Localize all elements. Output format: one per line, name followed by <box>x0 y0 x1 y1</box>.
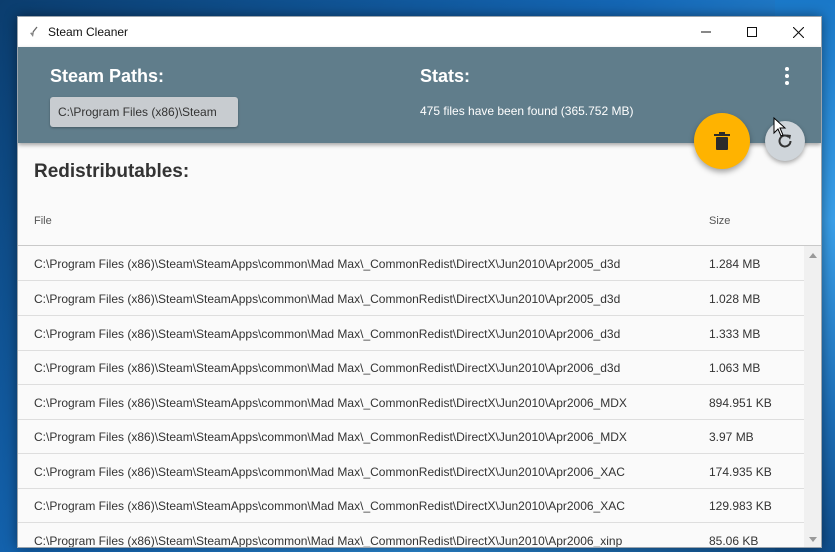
file-path: C:\Program Files (x86)\Steam\SteamApps\c… <box>34 327 621 341</box>
file-size: 894.951 KB <box>709 396 772 410</box>
file-path: C:\Program Files (x86)\Steam\SteamApps\c… <box>34 499 625 513</box>
file-size: 3.97 MB <box>709 430 754 444</box>
title-bar[interactable]: Steam Cleaner <box>18 17 821 47</box>
table-row[interactable]: C:\Program Files (x86)\Steam\SteamApps\c… <box>18 281 804 316</box>
delete-button[interactable] <box>694 113 750 169</box>
file-path: C:\Program Files (x86)\Steam\SteamApps\c… <box>34 465 625 479</box>
file-path: C:\Program Files (x86)\Steam\SteamApps\c… <box>34 396 627 410</box>
table-row[interactable]: C:\Program Files (x86)\Steam\SteamApps\c… <box>18 454 804 489</box>
close-button[interactable] <box>775 17 821 47</box>
file-size: 174.935 KB <box>709 465 772 479</box>
scroll-up-button[interactable] <box>804 246 821 263</box>
table-row[interactable]: C:\Program Files (x86)\Steam\SteamApps\c… <box>18 246 804 281</box>
file-size: 85.06 KB <box>709 534 759 548</box>
maximize-button[interactable] <box>729 17 775 47</box>
more-dot <box>785 74 789 78</box>
mouse-cursor-icon <box>773 117 787 137</box>
minimize-icon <box>701 31 711 33</box>
vertical-scrollbar[interactable] <box>804 246 821 547</box>
stats-label: Stats: <box>420 66 471 86</box>
minimize-button[interactable] <box>683 17 729 47</box>
window-title: Steam Cleaner <box>48 25 129 39</box>
files-table: C:\Program Files (x86)\Steam\SteamApps\c… <box>18 245 821 548</box>
file-path: C:\Program Files (x86)\Steam\SteamApps\c… <box>34 430 627 444</box>
table-row[interactable]: C:\Program Files (x86)\Steam\SteamApps\c… <box>18 316 804 351</box>
app-window: Steam Cleaner Steam Paths: C:\Program Fi… <box>17 16 822 548</box>
file-size: 1.063 MB <box>709 361 761 375</box>
table-row[interactable]: C:\Program Files (x86)\Steam\SteamApps\c… <box>18 419 804 454</box>
stats-text: 475 files have been found (365.752 MB) <box>420 104 634 118</box>
steam-paths-label: Steam Paths: <box>50 66 165 86</box>
chevron-down-icon <box>808 536 817 542</box>
file-size: 1.284 MB <box>709 257 761 271</box>
file-size: 1.333 MB <box>709 327 761 341</box>
window-controls <box>683 17 821 47</box>
section-title: Redistributables: <box>34 161 190 182</box>
more-dot <box>785 81 789 85</box>
table-row[interactable]: C:\Program Files (x86)\Steam\SteamApps\c… <box>18 488 804 523</box>
file-size: 1.028 MB <box>709 292 761 306</box>
table-row[interactable]: C:\Program Files (x86)\Steam\SteamApps\c… <box>18 350 804 385</box>
file-path: C:\Program Files (x86)\Steam\SteamApps\c… <box>34 534 623 548</box>
steam-path-field[interactable]: C:\Program Files (x86)\Steam <box>50 97 238 127</box>
more-options-button[interactable] <box>776 65 798 87</box>
column-header-file[interactable]: File <box>34 215 52 227</box>
column-header-size[interactable]: Size <box>709 215 730 227</box>
table-row[interactable]: C:\Program Files (x86)\Steam\SteamApps\c… <box>18 523 804 548</box>
broom-icon <box>28 26 40 38</box>
close-icon <box>792 26 804 38</box>
more-vertical-icon <box>785 67 789 71</box>
file-path: C:\Program Files (x86)\Steam\SteamApps\c… <box>34 361 621 375</box>
table-row[interactable]: C:\Program Files (x86)\Steam\SteamApps\c… <box>18 385 804 420</box>
trash-icon <box>714 132 730 150</box>
maximize-icon <box>747 27 757 37</box>
file-path: C:\Program Files (x86)\Steam\SteamApps\c… <box>34 292 621 306</box>
file-size: 129.983 KB <box>709 499 772 513</box>
scroll-down-button[interactable] <box>804 531 821 547</box>
chevron-up-icon <box>808 252 817 258</box>
file-path: C:\Program Files (x86)\Steam\SteamApps\c… <box>34 257 621 271</box>
